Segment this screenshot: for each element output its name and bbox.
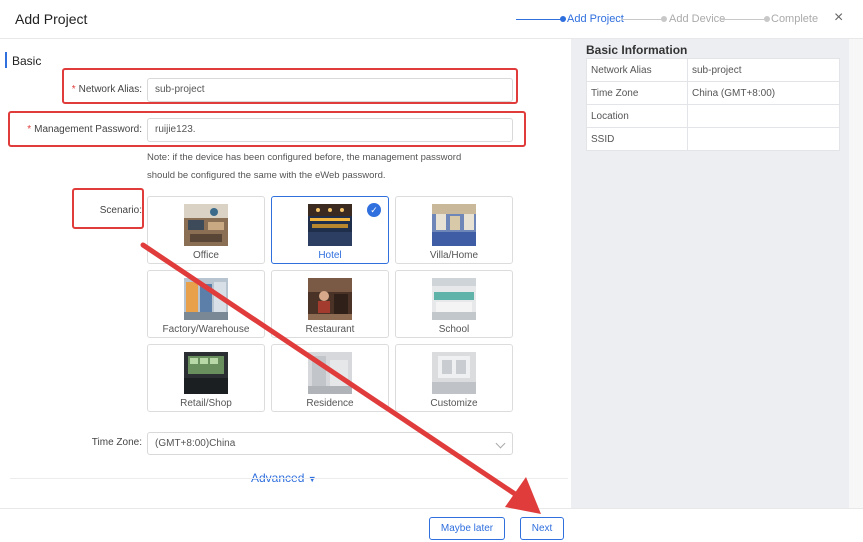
scenario-name-factory-warehouse: Factory/Warehouse bbox=[162, 324, 250, 335]
table-row: Network Alias sub-project bbox=[586, 58, 840, 82]
residence-thumbnail bbox=[308, 352, 352, 394]
factory-thumbnail bbox=[184, 278, 228, 320]
form-divider bbox=[10, 478, 568, 479]
basic-information-panel: Basic Information Network Alias sub-proj… bbox=[571, 39, 849, 508]
highlight-scenario bbox=[72, 188, 144, 229]
scenario-name-restaurant: Restaurant bbox=[305, 324, 355, 335]
info-value bbox=[687, 104, 840, 128]
time-zone-label: Time Zone: bbox=[91, 437, 142, 448]
scenario-name-villa-home: Villa/Home bbox=[429, 250, 479, 261]
scenario-card-factory-warehouse[interactable]: Factory/Warehouse bbox=[147, 270, 265, 338]
time-zone-select[interactable]: (GMT+8:00)China bbox=[147, 432, 513, 455]
scenario-name-customize: Customize bbox=[430, 398, 478, 409]
table-row: Location bbox=[586, 104, 840, 128]
caret-down-icon: ▼ bbox=[307, 474, 317, 484]
password-note-line-1: Note: if the device has been configured … bbox=[147, 152, 462, 163]
step-line-1 bbox=[516, 19, 562, 20]
scenario-card-residence[interactable]: Residence bbox=[271, 344, 389, 412]
scenario-name-office: Office bbox=[193, 250, 219, 261]
info-key: Network Alias bbox=[586, 58, 688, 82]
dialog-footer: Maybe later Next bbox=[0, 508, 863, 542]
section-marker bbox=[5, 52, 7, 68]
scrollbar-track[interactable] bbox=[849, 39, 863, 508]
info-value: sub-project bbox=[687, 58, 840, 82]
school-thumbnail bbox=[432, 278, 476, 320]
scenario-card-villa-home[interactable]: Villa/Home bbox=[395, 196, 513, 264]
scenario-name-retail-shop: Retail/Shop bbox=[180, 398, 232, 409]
password-note-line-2: should be configured the same with the e… bbox=[147, 170, 386, 181]
scenario-name-school: School bbox=[438, 324, 470, 335]
maybe-later-button[interactable]: Maybe later bbox=[429, 517, 505, 540]
info-table: Network Alias sub-project Time Zone Chin… bbox=[586, 58, 840, 151]
highlight-management-password bbox=[8, 111, 526, 147]
villa-thumbnail bbox=[432, 204, 476, 246]
scenario-card-restaurant[interactable]: Restaurant bbox=[271, 270, 389, 338]
dialog-title: Add Project bbox=[15, 11, 88, 27]
step-complete: Complete bbox=[771, 13, 819, 25]
office-thumbnail bbox=[184, 204, 228, 246]
step-add-project: Add Project bbox=[567, 13, 624, 25]
scenario-name-hotel: Hotel bbox=[318, 250, 342, 261]
selected-check-icon: ✓ bbox=[367, 203, 381, 217]
info-key: Time Zone bbox=[586, 81, 688, 105]
chevron-down-icon bbox=[495, 438, 506, 449]
time-zone-value: (GMT+8:00)China bbox=[155, 438, 236, 449]
next-button[interactable]: Next bbox=[520, 517, 564, 540]
scenario-card-school[interactable]: School bbox=[395, 270, 513, 338]
hotel-thumbnail bbox=[308, 204, 352, 246]
step-line-3 bbox=[720, 19, 766, 20]
section-title-basic: Basic bbox=[12, 54, 42, 68]
info-key: Location bbox=[586, 104, 688, 128]
scenario-name-residence: Residence bbox=[306, 398, 354, 409]
step-add-device: Add Device bbox=[669, 13, 726, 25]
step-dot-add-device bbox=[661, 16, 667, 22]
dialog-header: Add Project Add Project Add Device Compl… bbox=[0, 0, 863, 39]
step-dot-complete bbox=[764, 16, 770, 22]
highlight-network-alias bbox=[62, 68, 518, 104]
scenario-card-retail-shop[interactable]: Retail/Shop bbox=[147, 344, 265, 412]
scenario-card-office[interactable]: Office bbox=[147, 196, 265, 264]
step-line-2 bbox=[621, 19, 663, 20]
scenario-card-customize[interactable]: Customize bbox=[395, 344, 513, 412]
table-row: SSID bbox=[586, 127, 840, 151]
step-dot-add-project bbox=[560, 16, 566, 22]
scenario-card-hotel[interactable]: ✓ Hotel bbox=[271, 196, 389, 264]
retail-thumbnail bbox=[184, 352, 228, 394]
close-icon[interactable]: × bbox=[834, 9, 843, 27]
info-panel-title: Basic Information bbox=[586, 43, 688, 57]
info-key: SSID bbox=[586, 127, 688, 151]
table-row: Time Zone China (GMT+8:00) bbox=[586, 81, 840, 105]
info-value: China (GMT+8:00) bbox=[687, 81, 840, 105]
info-value bbox=[687, 127, 840, 151]
customize-thumbnail bbox=[432, 352, 476, 394]
restaurant-thumbnail bbox=[308, 278, 352, 320]
